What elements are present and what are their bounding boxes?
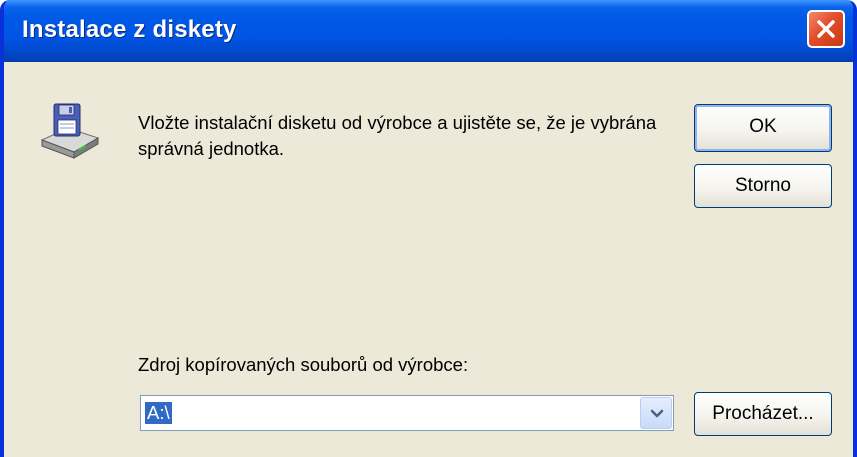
source-path-combobox[interactable]: A:\ — [140, 395, 674, 431]
ok-button[interactable]: OK — [694, 104, 832, 152]
install-from-disk-dialog: Instalace z diskety Vložte instalační di… — [0, 0, 857, 457]
cancel-button[interactable]: Storno — [694, 164, 832, 208]
source-path-value[interactable]: A:\ — [145, 402, 172, 424]
browse-button[interactable]: Procházet... — [694, 392, 832, 436]
chevron-down-icon — [650, 409, 664, 418]
floppy-drive-icon — [38, 98, 102, 167]
source-label: Zdroj kopírovaných souborů od výrobce: — [138, 354, 469, 375]
close-button[interactable] — [807, 10, 845, 48]
instruction-message: Vložte instalační disketu od výrobce a u… — [138, 112, 657, 159]
dropdown-button[interactable] — [640, 397, 672, 429]
title-bar[interactable]: Instalace z diskety — [4, 0, 853, 62]
dialog-title: Instalace z diskety — [22, 16, 237, 43]
close-icon — [817, 20, 835, 38]
